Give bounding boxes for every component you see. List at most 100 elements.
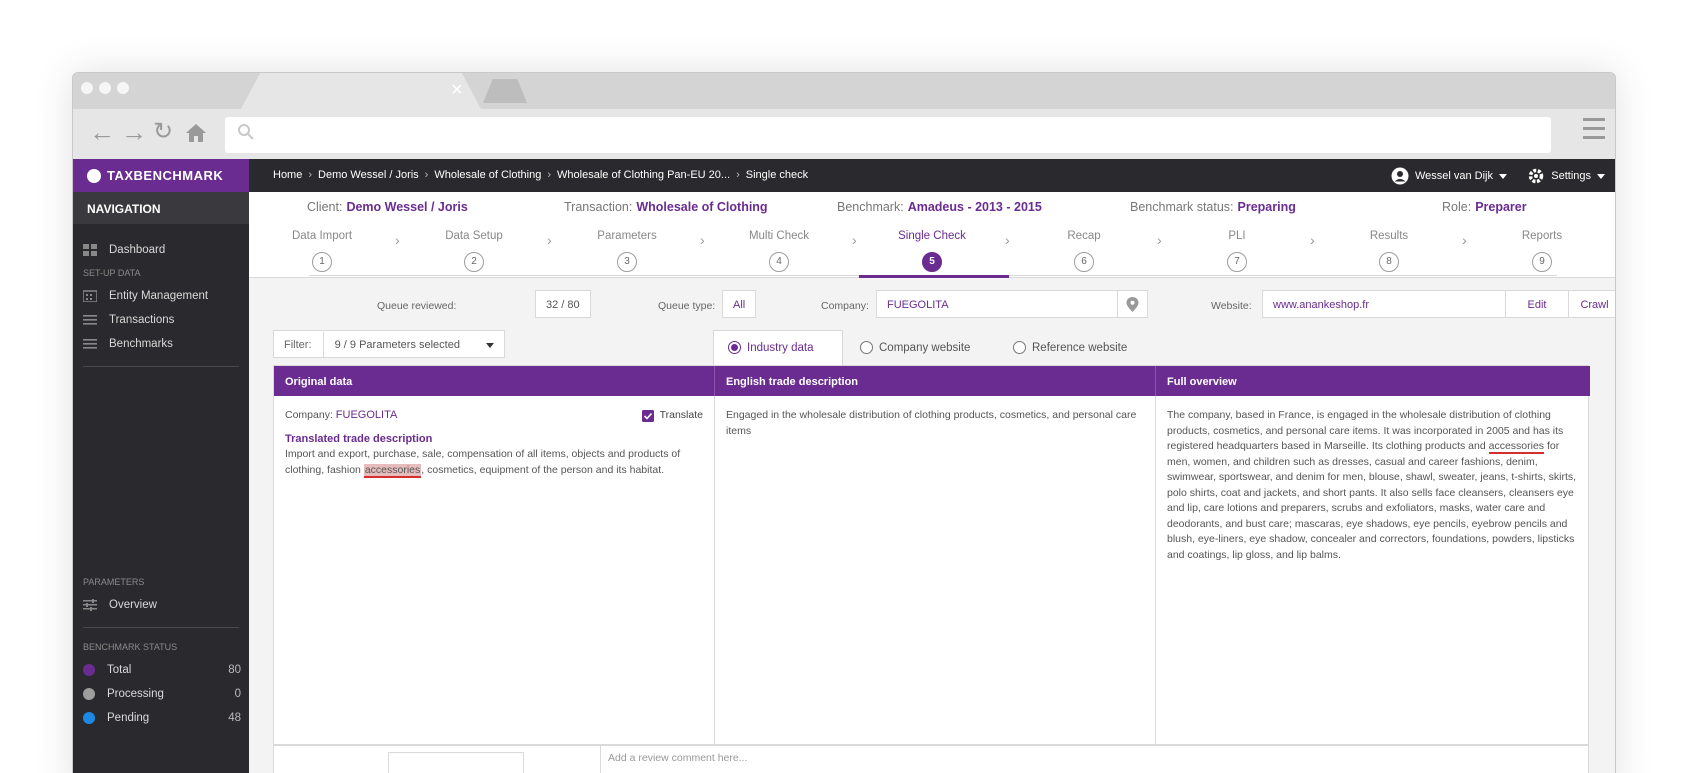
edit-button[interactable]: Edit bbox=[1505, 290, 1569, 318]
window-dot[interactable] bbox=[99, 82, 111, 94]
company-line: Company: FUEGOLITA bbox=[285, 408, 397, 424]
settings-menu[interactable]: Settings bbox=[1527, 167, 1605, 185]
sidebar-item-entity-management[interactable]: Entity Management bbox=[73, 284, 249, 308]
status-value: Preparing bbox=[1237, 200, 1296, 214]
home-icon[interactable] bbox=[185, 123, 207, 148]
step-data-setup[interactable]: Data Setup 2 bbox=[414, 230, 534, 272]
step-label: PLI bbox=[1228, 230, 1246, 242]
queue-type-select[interactable]: All bbox=[722, 290, 757, 318]
browser-tab[interactable] bbox=[241, 73, 481, 109]
radio-on-icon bbox=[728, 341, 741, 354]
user-menu[interactable]: Wessel van Dijk bbox=[1391, 167, 1507, 185]
step-multi-check[interactable]: Multi Check 4 bbox=[719, 230, 839, 272]
breadcrumb: Home › Demo Wessel / Joris › Wholesale of … bbox=[273, 169, 808, 181]
data-grid: Original data English trade description … bbox=[273, 365, 1590, 746]
radio-company-website[interactable]: Company website bbox=[860, 341, 970, 354]
back-icon[interactable]: ← bbox=[89, 117, 115, 147]
window-dot[interactable] bbox=[81, 82, 93, 94]
review-status-select[interactable] bbox=[388, 752, 524, 773]
window-dot[interactable] bbox=[117, 82, 129, 94]
radio-industry-data[interactable]: Industry data bbox=[728, 341, 813, 354]
status-label: Processing bbox=[107, 688, 164, 700]
queue-reviewed-value: 32 / 80 bbox=[535, 290, 591, 318]
step-label: Data Import bbox=[291, 230, 353, 242]
company-input[interactable]: FUEGOLITA bbox=[876, 290, 1118, 318]
step-label: Results bbox=[1369, 230, 1409, 242]
status-total[interactable]: Total 80 bbox=[73, 658, 249, 682]
queue-type-label: Queue type: bbox=[658, 300, 716, 312]
divider bbox=[83, 366, 239, 367]
address-bar[interactable] bbox=[225, 117, 1551, 153]
company-label: Company: bbox=[285, 409, 333, 421]
keyword-highlight[interactable]: accessories bbox=[363, 463, 422, 478]
chevron-right-icon: › bbox=[1310, 232, 1315, 248]
new-tab-button[interactable] bbox=[483, 79, 527, 103]
comment-input[interactable]: Add a review comment here... bbox=[608, 752, 747, 764]
brand-logo[interactable]: TAXBENCHMARK bbox=[73, 159, 249, 192]
translate-checkbox[interactable]: Translate bbox=[641, 408, 703, 424]
step-number: 8 bbox=[1379, 252, 1399, 272]
step-label: Parameters bbox=[597, 230, 657, 242]
list-icon bbox=[83, 338, 97, 350]
reload-icon[interactable]: ↻ bbox=[153, 117, 173, 147]
status-pending[interactable]: Pending 48 bbox=[73, 706, 249, 730]
role-value: Preparer bbox=[1475, 200, 1527, 214]
breadcrumb-client[interactable]: Demo Wessel / Joris bbox=[318, 169, 419, 181]
step-parameters[interactable]: Parameters 3 bbox=[567, 230, 687, 272]
overview-text: for men, women, and children such as dre… bbox=[1167, 440, 1577, 561]
step-pli[interactable]: PLI 7 bbox=[1177, 230, 1297, 272]
step-data-import[interactable]: Data Import 1 bbox=[262, 230, 382, 272]
sidebar-item-label: Benchmarks bbox=[109, 338, 173, 350]
close-icon[interactable]: × bbox=[451, 77, 463, 103]
user-avatar-icon bbox=[1391, 167, 1409, 185]
breadcrumb-home[interactable]: Home bbox=[273, 169, 302, 181]
active-step-indicator bbox=[859, 275, 1009, 278]
step-number: 5 bbox=[922, 252, 942, 272]
chevron-right-icon: › bbox=[1157, 232, 1162, 248]
breadcrumb-transaction[interactable]: Wholesale of Clothing bbox=[434, 169, 541, 181]
step-recap[interactable]: Recap 6 bbox=[1024, 230, 1144, 272]
sidebar-item-transactions[interactable]: Transactions bbox=[73, 308, 249, 332]
translate-label: Translate bbox=[659, 409, 703, 421]
location-pin-icon[interactable] bbox=[1117, 290, 1148, 318]
chevron-right-icon: › bbox=[547, 232, 552, 248]
crawl-button[interactable]: Crawl bbox=[1568, 290, 1615, 318]
browser-tabstrip: × bbox=[73, 73, 1615, 109]
website-input[interactable]: www.anankeshop.fr bbox=[1262, 290, 1506, 318]
full-overview-cell: The company, based in France, is engaged… bbox=[1156, 396, 1590, 746]
search-icon bbox=[238, 124, 254, 140]
caret-down-icon bbox=[1499, 173, 1507, 179]
step-results[interactable]: Results 8 bbox=[1329, 230, 1449, 272]
sidebar-item-overview[interactable]: Overview bbox=[73, 593, 249, 617]
step-label: Recap bbox=[1067, 230, 1101, 242]
chevron-right-icon: › bbox=[736, 169, 740, 181]
keyword-underline[interactable]: accessories bbox=[1488, 440, 1545, 454]
column-header-english: English trade description bbox=[715, 366, 1156, 396]
stepper: Data Import 1 › Data Setup 2 › Parameters 3… bbox=[249, 224, 1615, 278]
tab-label: Reference website bbox=[1032, 341, 1128, 354]
brand-name: TAXBENCHMARK bbox=[107, 168, 224, 183]
benchmark-value[interactable]: Amadeus - 2013 - 2015 bbox=[908, 200, 1042, 214]
radio-off-icon bbox=[1013, 341, 1026, 354]
step-single-check[interactable]: Single Check 5 bbox=[872, 230, 992, 272]
sidebar-item-dashboard[interactable]: Dashboard bbox=[73, 238, 249, 262]
status-processing[interactable]: Processing 0 bbox=[73, 682, 249, 706]
caret-down-icon bbox=[486, 343, 494, 348]
step-reports[interactable]: Reports 9 bbox=[1482, 230, 1602, 272]
forward-icon[interactable]: → bbox=[121, 117, 147, 147]
step-label: Data Setup bbox=[445, 230, 503, 242]
filter-select[interactable]: Filter: 9 / 9 Parameters selected bbox=[273, 330, 505, 359]
translated-description: Import and export, purchase, sale, compe… bbox=[285, 447, 703, 478]
main-content: Client: Demo Wessel / Joris Transaction: W… bbox=[249, 192, 1615, 773]
radio-reference-website[interactable]: Reference website bbox=[1013, 341, 1127, 354]
info-label: Client: bbox=[307, 200, 343, 214]
transaction-value[interactable]: Wholesale of Clothing bbox=[636, 200, 767, 214]
dashboard-icon bbox=[83, 244, 97, 256]
breadcrumb-benchmark[interactable]: Wholesale of Clothing Pan-EU 20... bbox=[557, 169, 730, 181]
menu-icon[interactable] bbox=[1583, 118, 1605, 142]
sidebar-item-benchmarks[interactable]: Benchmarks bbox=[73, 332, 249, 356]
tab-label: Industry data bbox=[747, 341, 814, 354]
review-row: Add a review comment here... bbox=[273, 745, 1589, 773]
top-bar: Home › Demo Wessel / Joris › Wholesale of … bbox=[249, 159, 1615, 192]
client-value[interactable]: Demo Wessel / Joris bbox=[346, 200, 467, 214]
